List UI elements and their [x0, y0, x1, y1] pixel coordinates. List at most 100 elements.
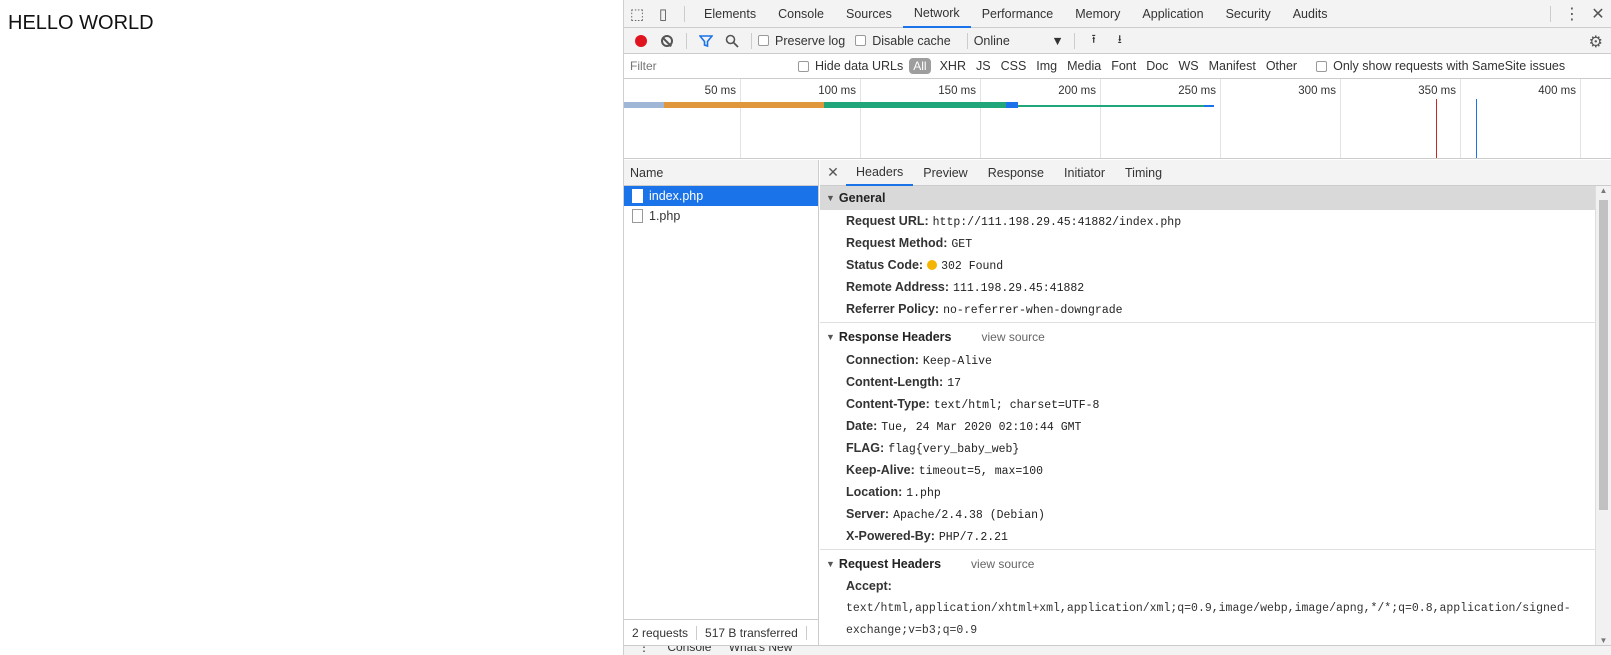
search-button[interactable]	[719, 29, 745, 53]
general-section-header[interactable]: ▼ General	[820, 186, 1595, 210]
device-toolbar-icon[interactable]: ▯	[650, 0, 676, 28]
toolbar-divider	[751, 32, 752, 49]
transfer-size: 517 B transferred	[705, 625, 798, 640]
document-icon	[632, 209, 643, 223]
tab-performance[interactable]: Performance	[971, 0, 1065, 28]
request-headers-section-header[interactable]: ▼ Request Headers view source	[820, 552, 1595, 576]
detail-tab-timing[interactable]: Timing	[1115, 160, 1172, 186]
tab-network[interactable]: Network	[902, 0, 971, 28]
timeline-gridline	[1220, 79, 1221, 158]
filter-input[interactable]	[624, 56, 784, 76]
scroll-down-icon[interactable]: ▼	[1596, 636, 1611, 645]
disable-cache-box[interactable]	[855, 35, 867, 46]
scrollbar-thumb[interactable]	[1599, 200, 1608, 510]
throttling-select[interactable]: Online ▼	[974, 34, 1064, 48]
type-filter-css[interactable]: CSS	[996, 59, 1032, 73]
record-button[interactable]	[628, 29, 654, 53]
more-options-icon[interactable]: ⋮	[1559, 0, 1585, 28]
detail-tab-headers[interactable]: Headers	[846, 160, 914, 186]
preserve-log-box[interactable]	[758, 35, 769, 46]
response-headers-section-header[interactable]: ▼ Response Headers view source	[820, 325, 1595, 349]
header-key: Request URL:	[846, 214, 929, 228]
view-source-link[interactable]: view source	[981, 330, 1044, 344]
drawer-tab-console[interactable]: Console	[667, 646, 711, 654]
header-row: Accept: text/html,application/xhtml+xml,…	[820, 576, 1595, 641]
request-row-index-php[interactable]: index.php	[624, 186, 818, 206]
hide-data-urls-checkbox[interactable]: Hide data URLs	[798, 59, 903, 73]
preserve-log-checkbox[interactable]: Preserve log	[758, 34, 845, 48]
type-filter-js[interactable]: JS	[971, 59, 996, 73]
header-row: Remote Address: 111.198.29.45:41882	[820, 276, 1595, 298]
close-icon[interactable]: ✕	[1585, 0, 1611, 28]
type-filter-manifest[interactable]: Manifest	[1204, 59, 1261, 73]
request-count: 2 requests	[632, 625, 689, 640]
header-value: Apache/2.4.38 (Debian)	[893, 509, 1045, 522]
record-icon	[635, 34, 647, 47]
header-value: PHP/7.2.21	[938, 531, 1008, 544]
tab-elements[interactable]: Elements	[693, 0, 767, 28]
close-detail-icon[interactable]: ✕	[820, 164, 846, 181]
inspect-element-icon[interactable]: ⬚	[624, 0, 650, 28]
type-filter-other[interactable]: Other	[1261, 59, 1302, 73]
tab-security[interactable]: Security	[1215, 0, 1282, 28]
disable-cache-checkbox[interactable]: Disable cache	[855, 34, 951, 48]
scroll-up-icon[interactable]: ▲	[1596, 186, 1611, 195]
network-overview-timeline[interactable]: 50 ms 100 ms 150 ms 200 ms 250 ms 300 ms…	[624, 79, 1611, 159]
tab-audits[interactable]: Audits	[1282, 0, 1339, 28]
disable-cache-label: Disable cache	[872, 33, 951, 48]
detail-tab-initiator[interactable]: Initiator	[1054, 160, 1115, 186]
upload-icon: ⭱	[1091, 32, 1096, 46]
timeline-bar-connect	[664, 102, 824, 108]
detail-tab-bar: ✕ Headers Preview Response Initiator Tim…	[820, 160, 1611, 186]
header-value: 1.php	[906, 487, 941, 500]
view-source-link[interactable]: view source	[971, 557, 1034, 571]
import-har-button[interactable]: ⭱	[1081, 29, 1107, 53]
tab-memory[interactable]: Memory	[1064, 0, 1131, 28]
filter-icon	[699, 34, 713, 47]
detail-scrollbar[interactable]: ▲ ▼	[1595, 186, 1611, 645]
timeline-bar-download	[1006, 102, 1018, 108]
type-filter-ws[interactable]: WS	[1173, 59, 1203, 73]
request-detail-panel: ✕ Headers Preview Response Initiator Tim…	[820, 160, 1611, 645]
type-filter-xhr[interactable]: XHR	[935, 59, 971, 73]
type-filter-doc[interactable]: Doc	[1141, 59, 1173, 73]
tab-application[interactable]: Application	[1131, 0, 1214, 28]
type-filter-media[interactable]: Media	[1062, 59, 1106, 73]
tab-console[interactable]: Console	[767, 0, 835, 28]
header-key: Content-Length:	[846, 375, 944, 389]
timeline-gridline	[860, 79, 861, 158]
detail-tab-preview[interactable]: Preview	[913, 160, 977, 186]
timeline-bar-second-request	[1018, 105, 1214, 107]
type-filter-img[interactable]: Img	[1031, 59, 1062, 73]
samesite-label: Only show requests with SameSite issues	[1333, 59, 1566, 73]
export-har-button[interactable]: ⭳	[1107, 29, 1133, 53]
name-column-header[interactable]: Name	[624, 160, 818, 186]
filter-toggle-button[interactable]	[693, 29, 719, 53]
clear-button[interactable]	[654, 29, 680, 53]
type-filter-font[interactable]: Font	[1106, 59, 1141, 73]
gear-icon[interactable]: ⚙	[1589, 32, 1603, 52]
timeline-gridline	[1460, 79, 1461, 158]
drawer-menu-icon[interactable]: ⋮	[638, 646, 650, 654]
network-summary-bar: 2 requests 517 B transferred	[624, 619, 818, 645]
samesite-box[interactable]	[1316, 60, 1328, 72]
request-row-1-php[interactable]: 1.php	[624, 206, 818, 226]
header-row: Referrer Policy: no-referrer-when-downgra…	[820, 298, 1595, 320]
hide-data-urls-box[interactable]	[798, 60, 809, 72]
tab-sources[interactable]: Sources	[835, 0, 903, 28]
timeline-tick-label: 50 ms	[704, 85, 736, 97]
drawer-tab-whats-new[interactable]: What's New	[729, 646, 793, 654]
header-row: Content-Type: text/html; charset=UTF-8	[820, 393, 1595, 415]
toolbar-divider	[686, 32, 687, 49]
document-icon	[632, 189, 643, 203]
devtools-tab-bar: ⬚ ▯ Elements Console Sources Network Per…	[624, 0, 1611, 28]
header-value: 111.198.29.45:41882	[953, 282, 1085, 295]
type-filter-all[interactable]: All	[909, 58, 931, 74]
header-key: Location:	[846, 485, 903, 499]
detail-tab-response[interactable]: Response	[978, 160, 1054, 186]
timeline-tick-label: 300 ms	[1298, 85, 1336, 97]
header-key: FLAG:	[846, 441, 885, 455]
samesite-checkbox[interactable]: Only show requests with SameSite issues	[1316, 59, 1565, 73]
header-key: Keep-Alive:	[846, 463, 915, 477]
expand-triangle-icon: ▼	[826, 332, 835, 342]
